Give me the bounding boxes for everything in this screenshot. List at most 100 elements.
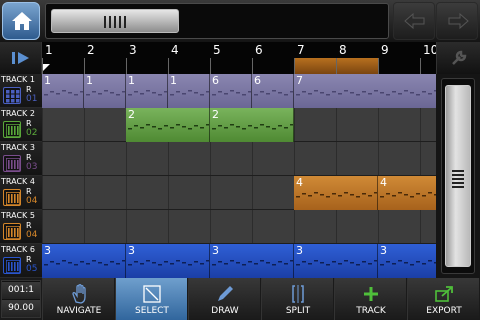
- track-channel-number: 05: [26, 264, 38, 274]
- midi-note: [44, 94, 48, 96]
- track4-region[interactable]: 4: [378, 176, 436, 210]
- midi-note: [422, 91, 426, 93]
- track-header-6[interactable]: TRACK 6 R 05: [0, 244, 42, 278]
- playhead-marker[interactable]: [42, 64, 50, 72]
- midi-note: [416, 193, 420, 195]
- midi-note: [344, 90, 348, 92]
- track1-region[interactable]: 1: [84, 74, 126, 108]
- midi-note: [230, 90, 234, 92]
- midi-note: [182, 93, 186, 95]
- overview-scroll-thumb[interactable]: [51, 9, 179, 33]
- keyboard-icon: [3, 155, 21, 172]
- midi-note-lane: [170, 90, 209, 96]
- track-header-3[interactable]: TRACK 3 R 03: [0, 142, 42, 176]
- record-arm-label[interactable]: R: [26, 187, 32, 196]
- track1-region[interactable]: 7: [294, 74, 436, 108]
- midi-note: [392, 91, 396, 93]
- track2-region[interactable]: 2: [210, 108, 294, 142]
- midi-note: [284, 94, 288, 96]
- midi-note: [398, 93, 402, 95]
- midi-note-lane: [212, 124, 293, 130]
- midi-note: [74, 264, 78, 266]
- track2-region[interactable]: 2: [126, 108, 210, 142]
- vertical-scroll-track[interactable]: [441, 78, 475, 274]
- track4-region[interactable]: 4: [294, 176, 378, 210]
- vertical-scroll-thumb[interactable]: [445, 85, 471, 267]
- bar-ruler[interactable]: 1 2 3 4 5 6 7 8 9 10: [42, 42, 438, 74]
- midi-note: [392, 195, 396, 197]
- midi-note: [320, 194, 324, 196]
- track1-region[interactable]: 1: [168, 74, 210, 108]
- midi-note: [194, 261, 198, 263]
- tool-split-button[interactable]: SPLIT: [261, 278, 333, 320]
- record-arm-label[interactable]: R: [26, 85, 32, 94]
- midi-note: [104, 90, 108, 92]
- hand-icon: [72, 284, 86, 304]
- track6-region[interactable]: 3: [42, 244, 126, 278]
- midi-note: [236, 126, 240, 128]
- home-button[interactable]: [2, 2, 40, 40]
- arrange-grid[interactable]: 1111667224433333: [42, 74, 436, 278]
- tool-export-button[interactable]: EXPORT: [407, 278, 479, 320]
- midi-note: [296, 94, 300, 96]
- track1-region[interactable]: 1: [42, 74, 84, 108]
- track1-region[interactable]: 6: [252, 74, 294, 108]
- midi-note: [410, 92, 414, 94]
- midi-note: [314, 260, 318, 262]
- midi-note: [92, 91, 96, 93]
- bar-tick: [252, 58, 253, 74]
- track-header-1[interactable]: TRACK 1 R 01: [0, 74, 42, 108]
- midi-note: [242, 264, 246, 266]
- record-arm-label[interactable]: R: [26, 255, 32, 264]
- track-header-2[interactable]: TRACK 2 R 02: [0, 108, 42, 142]
- midi-note: [314, 192, 318, 194]
- track1-region[interactable]: 1: [126, 74, 168, 108]
- settings-button[interactable]: [436, 42, 480, 74]
- midi-note: [350, 92, 354, 94]
- drum-pads-icon: [3, 87, 21, 104]
- plus-icon: [364, 287, 378, 301]
- midi-note: [422, 195, 426, 197]
- midi-note-lane: [44, 90, 83, 96]
- undo-arrow-icon: [404, 13, 425, 30]
- song-overview-scroller[interactable]: [45, 3, 389, 39]
- midi-note: [182, 126, 186, 128]
- tool-track-button[interactable]: TRACK: [334, 278, 406, 320]
- bar-tick: [42, 58, 43, 74]
- midi-note: [164, 125, 168, 127]
- tool-draw-button[interactable]: DRAW: [188, 278, 260, 320]
- midi-note: [272, 128, 276, 130]
- midi-note: [86, 263, 90, 265]
- track6-region[interactable]: 3: [210, 244, 294, 278]
- midi-note: [326, 196, 330, 198]
- track1-region[interactable]: 6: [210, 74, 252, 108]
- record-arm-label[interactable]: R: [26, 221, 32, 230]
- position-tempo-display[interactable]: 001:1 90.00: [1, 280, 41, 318]
- track6-region[interactable]: 3: [126, 244, 210, 278]
- midi-note: [56, 93, 60, 95]
- home-icon: [12, 12, 32, 30]
- track-header-4[interactable]: TRACK 4 R 04: [0, 176, 42, 210]
- track6-region[interactable]: 3: [294, 244, 378, 278]
- midi-note: [128, 128, 132, 130]
- record-arm-label[interactable]: R: [26, 153, 32, 162]
- midi-note: [368, 93, 372, 95]
- midi-note: [152, 262, 156, 264]
- midi-note: [200, 127, 204, 129]
- midi-note: [134, 261, 138, 263]
- redo-button[interactable]: [436, 2, 478, 40]
- track6-region[interactable]: 3: [378, 244, 436, 278]
- midi-note: [212, 264, 216, 266]
- keyboard-icon: [3, 223, 21, 240]
- tool-select-button[interactable]: SELECT: [115, 278, 187, 320]
- midi-note: [224, 93, 228, 95]
- track-header-5[interactable]: TRACK 5 R 04: [0, 210, 42, 244]
- play-button[interactable]: [0, 42, 42, 74]
- undo-button[interactable]: [393, 2, 435, 40]
- tool-label: SPLIT: [285, 306, 311, 316]
- record-arm-label[interactable]: R: [26, 119, 32, 128]
- keyboard-icon: [3, 121, 21, 138]
- midi-note: [296, 264, 300, 266]
- midi-note-lane: [212, 90, 251, 96]
- tool-navigate-button[interactable]: NAVIGATE: [42, 278, 114, 320]
